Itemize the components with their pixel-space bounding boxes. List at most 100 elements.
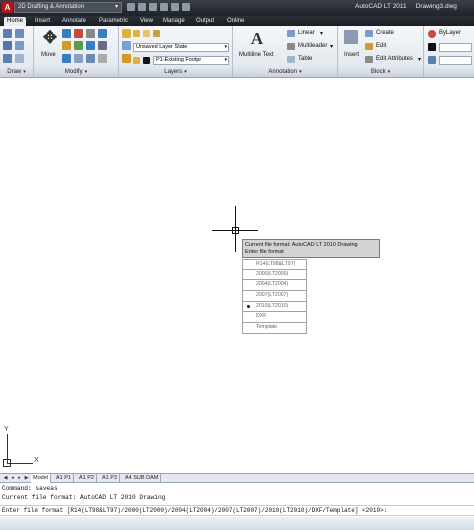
ribbon: Draw ▾ ✥ Move Modify ▾ Unsaved Layer State… (0, 26, 474, 78)
format-option-dxf[interactable]: DXF (242, 312, 307, 324)
format-option-r14[interactable]: R14(LT98&LT97) (242, 259, 307, 270)
bylayer-label[interactable]: ByLayer (439, 30, 461, 36)
layer-color-swatch (143, 57, 150, 64)
ellipse-icon[interactable] (3, 54, 12, 63)
layer-freeze-icon[interactable] (122, 54, 131, 63)
command-prompt: Enter file format [R14(LT98&LT97)/2000(L… (2, 507, 388, 514)
tab-layout-a1-p1[interactable]: A1 P1 (54, 474, 74, 483)
open-icon[interactable] (138, 3, 146, 11)
sun-icon[interactable] (143, 30, 150, 37)
text-icon[interactable]: A (248, 29, 266, 49)
undo-icon[interactable] (160, 3, 168, 11)
hatch-icon[interactable] (15, 41, 24, 50)
properties-panel-title[interactable] (424, 68, 474, 77)
table-label[interactable]: Table (298, 56, 312, 62)
layer-dropdown[interactable]: P1-Existing Footpr ▾ (153, 56, 229, 65)
layer-properties-icon[interactable] (122, 29, 131, 38)
draw-panel-title[interactable]: Draw ▾ (0, 68, 34, 77)
chevron-down-icon[interactable]: ▾ (418, 56, 421, 63)
arc-icon[interactable] (15, 29, 24, 38)
multileader-label[interactable]: Multileader (298, 43, 327, 49)
tab-layout-a1-p2[interactable]: A1 P2 (77, 474, 97, 483)
join-icon[interactable] (98, 54, 107, 63)
linear-label[interactable]: Linear (298, 30, 315, 36)
lightbulb-icon[interactable] (133, 30, 140, 37)
new-icon[interactable] (127, 3, 135, 11)
layer-state-icon[interactable] (122, 41, 131, 50)
chevron-down-icon[interactable]: ▾ (320, 30, 323, 37)
copy-icon[interactable] (98, 29, 107, 38)
fillet-icon[interactable] (74, 41, 83, 50)
format-option-2007[interactable]: 2007(LT2007) (242, 291, 307, 302)
rotate-icon[interactable] (62, 29, 71, 38)
option-label: 2010(LT2010) (256, 302, 289, 309)
rectangle-icon[interactable] (3, 41, 12, 50)
explode-icon[interactable] (86, 41, 95, 50)
array-icon[interactable] (74, 54, 83, 63)
workspace-switcher[interactable]: 2D Drafting & Annotation ▾ (14, 2, 122, 13)
edit-label[interactable]: Edit (376, 43, 386, 49)
block-panel-title[interactable]: Block ▾ (338, 68, 424, 77)
tab-layout-a4-sub-dam[interactable]: A4 SUB DAM (123, 474, 162, 483)
next-tab-icon[interactable]: ▸ (16, 475, 23, 482)
layers-panel-title[interactable]: Layers ▾ (119, 68, 233, 77)
circle-icon[interactable] (3, 29, 12, 38)
tab-layout-a1-p3[interactable]: A1 P3 (100, 474, 120, 483)
option-label: 2007(LT2007) (256, 292, 289, 299)
move-icon[interactable]: ✥ (41, 28, 59, 48)
tab-annotate[interactable]: Annotate (59, 17, 89, 26)
table-icon[interactable] (287, 56, 295, 63)
color-wheel-icon[interactable] (428, 30, 436, 38)
modify-panel-title[interactable]: Modify ▾ (34, 68, 119, 77)
drawing-canvas[interactable]: Current file format: AutoCAD LT 2010 Dra… (0, 78, 474, 468)
insert-block-icon[interactable] (344, 30, 358, 44)
spline-icon[interactable] (15, 54, 24, 63)
move-label[interactable]: Move (41, 52, 56, 58)
multiline-text-label[interactable]: Multiline Text (239, 52, 274, 58)
application-menu-button[interactable]: A (2, 2, 13, 13)
format-option-template[interactable]: Template (242, 323, 307, 334)
tab-online[interactable]: Online (224, 17, 247, 26)
lock-icon[interactable] (153, 30, 160, 37)
offset-icon[interactable] (86, 54, 95, 63)
edit-attributes-icon[interactable] (365, 56, 373, 63)
redo-icon[interactable] (171, 3, 179, 11)
format-option-2000[interactable]: 2000(LT2000) (242, 269, 307, 281)
layer-state-dropdown[interactable]: Unsaved Layer State ▾ (133, 43, 229, 52)
tab-view[interactable]: View (137, 17, 156, 26)
edit-attributes-label[interactable]: Edit Attributes (376, 56, 413, 62)
create-block-icon[interactable] (365, 30, 373, 37)
multileader-icon[interactable] (287, 43, 295, 50)
tab-insert[interactable]: Insert (32, 17, 53, 26)
tab-output[interactable]: Output (193, 17, 217, 26)
option-label: DXF (256, 313, 267, 320)
stretch-icon[interactable] (98, 41, 107, 50)
previous-tab-icon[interactable]: ◂ (9, 475, 16, 482)
plot-icon[interactable] (182, 3, 190, 11)
linetype-dropdown[interactable] (439, 56, 472, 65)
linear-dimension-icon[interactable] (287, 30, 295, 37)
dynamic-input-tooltip: Current file format: AutoCAD LT 2010 Dra… (242, 239, 380, 258)
tab-manage[interactable]: Manage (160, 17, 188, 26)
format-option-2010[interactable]: 2010(LT2010) (242, 301, 307, 313)
save-icon[interactable] (149, 3, 157, 11)
trim-icon[interactable] (74, 29, 83, 38)
scale-icon[interactable] (62, 54, 71, 63)
mirror-icon[interactable] (62, 41, 71, 50)
format-option-2004[interactable]: 2004(LT2004) (242, 280, 307, 292)
edit-block-icon[interactable] (365, 43, 373, 50)
tooltip-line-2: Enter file format (245, 249, 284, 255)
color-dropdown[interactable] (439, 43, 472, 52)
first-tab-icon[interactable]: ◀ (2, 475, 9, 482)
tab-model[interactable]: Model (31, 474, 51, 483)
last-tab-icon[interactable]: ▶ (23, 475, 30, 482)
erase-icon[interactable] (86, 29, 95, 38)
command-line[interactable]: Enter file format [R14(LT98&LT97)/2000(L… (0, 505, 474, 516)
chevron-down-icon[interactable]: ▾ (330, 43, 333, 50)
tab-parametric[interactable]: Parametric (96, 17, 131, 26)
ucs-x-label: X (34, 457, 39, 464)
tab-home[interactable]: Home (4, 17, 27, 26)
create-label[interactable]: Create (376, 30, 394, 36)
insert-label[interactable]: Insert (344, 52, 359, 58)
annotation-panel-title[interactable]: Annotation ▾ (233, 68, 338, 77)
